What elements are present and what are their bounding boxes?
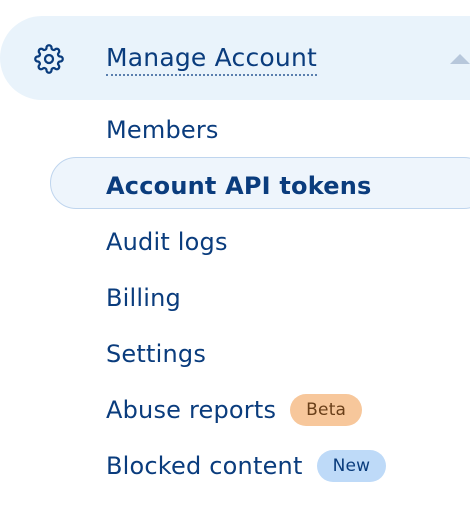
new-badge: New <box>316 450 387 482</box>
nav-item-label: Billing <box>106 284 181 312</box>
nav-item-label: Settings <box>106 340 207 368</box>
nav-item-label: Audit logs <box>106 228 228 256</box>
nav-item-account-api-tokens[interactable]: Account API tokens <box>106 158 372 214</box>
nav-item-label: Abuse reports <box>106 396 277 424</box>
manage-account-label[interactable]: Manage Account <box>106 42 317 76</box>
chevron-up-icon[interactable] <box>450 54 470 64</box>
nav-item-blocked-content[interactable]: Blocked content New <box>106 438 387 494</box>
nav-item-members[interactable]: Members <box>106 102 219 158</box>
beta-badge: Beta <box>290 394 363 426</box>
nav-item-label: Blocked content <box>106 452 303 480</box>
nav-item-abuse-reports[interactable]: Abuse reports Beta <box>106 382 363 438</box>
nav-item-billing[interactable]: Billing <box>106 270 181 326</box>
gear-icon <box>32 42 66 76</box>
manage-account-section-header[interactable]: Manage Account <box>0 16 470 100</box>
account-nav-panel: Manage Account Members Account API token… <box>0 0 470 522</box>
nav-item-label: Members <box>106 116 219 144</box>
nav-item-label: Account API tokens <box>106 172 372 200</box>
nav-item-audit-logs[interactable]: Audit logs <box>106 214 228 270</box>
nav-item-settings[interactable]: Settings <box>106 326 206 382</box>
